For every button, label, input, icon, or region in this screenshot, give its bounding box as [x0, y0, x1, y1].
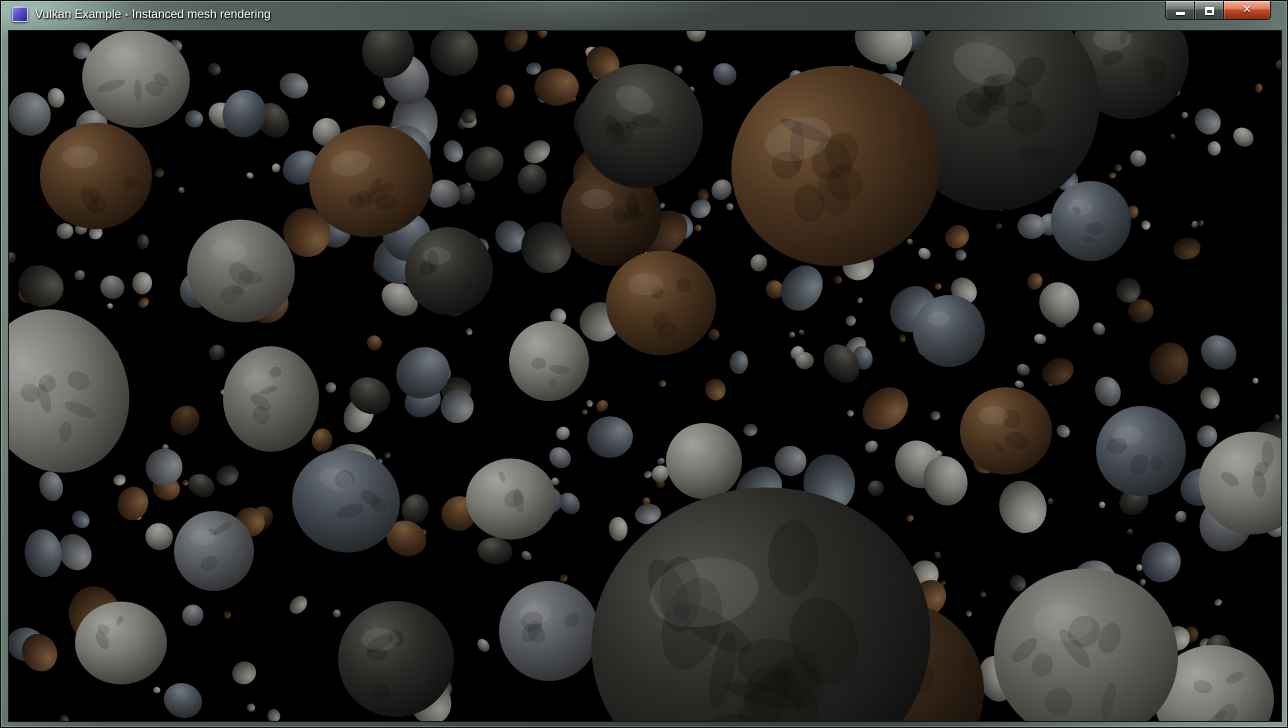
caption-buttons: ✕ — [1165, 1, 1271, 20]
minimize-button[interactable] — [1165, 1, 1195, 20]
app-icon[interactable] — [12, 6, 28, 22]
maximize-button[interactable] — [1195, 1, 1224, 20]
maximize-icon — [1205, 7, 1214, 15]
close-icon: ✕ — [1242, 5, 1251, 16]
app-window: Vulkan Example - Instanced mesh renderin… — [0, 0, 1288, 728]
asteroid-field-render — [9, 31, 1281, 721]
render-viewport[interactable] — [9, 31, 1281, 721]
window-title: Vulkan Example - Instanced mesh renderin… — [35, 7, 271, 21]
close-button[interactable]: ✕ — [1224, 1, 1271, 20]
minimize-icon — [1176, 12, 1185, 15]
titlebar[interactable]: Vulkan Example - Instanced mesh renderin… — [1, 1, 1287, 31]
